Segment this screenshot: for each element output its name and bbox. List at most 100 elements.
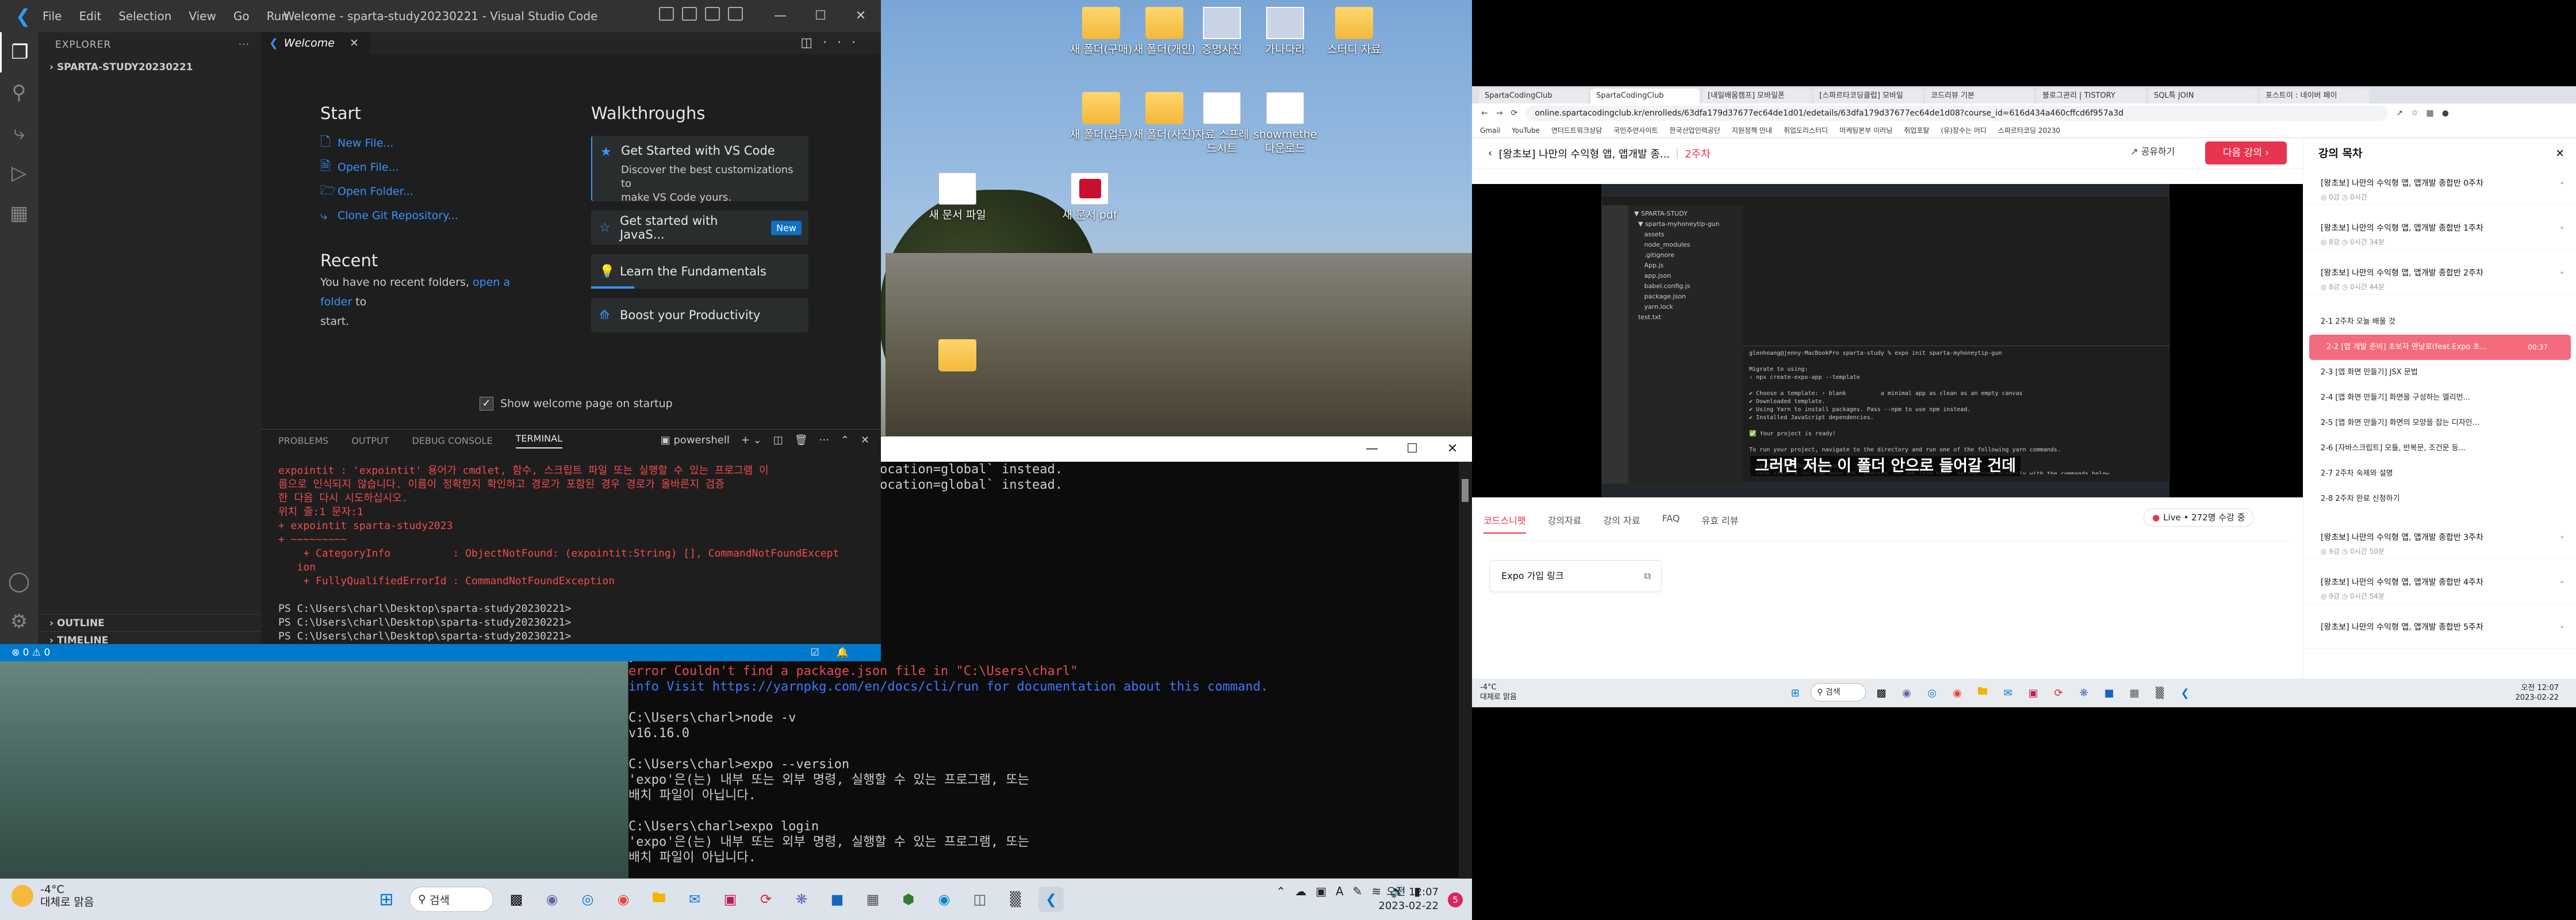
bookmark-item[interactable]: 스파르타코딩 20230 <box>1998 125 2060 135</box>
teams-icon[interactable]: ◉ <box>1897 683 1916 703</box>
desktop-icon[interactable]: 새 폴더(업무) <box>1070 92 1133 141</box>
windows-start-icon[interactable]: ⊞ <box>1785 683 1805 703</box>
calculator-icon[interactable]: ▦ <box>860 887 885 912</box>
bookmark-item[interactable]: Gmail <box>1480 126 1500 135</box>
lecture-tab[interactable]: 코드스니펫 <box>1483 513 1526 534</box>
toc-week[interactable]: [왕초보] 나만의 수익형 앱, 앱개발 종합반 0주차 ◎ 0강 ◷ 0시간 ˅ <box>2303 169 2576 205</box>
browser-tab[interactable]: 코드리뷰 기본 <box>1925 89 2034 103</box>
task-view-icon[interactable]: ▩ <box>1872 683 1891 703</box>
menu-item[interactable]: Edit <box>79 9 101 23</box>
extensions-icon[interactable]: ▦ <box>0 193 38 233</box>
cmd-icon[interactable]: ▒ <box>1003 887 1028 912</box>
lecture-tab[interactable]: 유효 리뷰 <box>1701 513 1738 534</box>
forward-icon[interactable]: → <box>1496 109 1503 118</box>
app-store-icon[interactable]: ◫ <box>967 887 992 912</box>
maximize-icon[interactable]: ☐ <box>1392 436 1432 462</box>
new-terminal-icon[interactable]: + ⌄ <box>741 434 762 446</box>
app-purple-icon[interactable]: ❋ <box>789 887 814 912</box>
tray-overflow-icon[interactable]: ⌃ <box>1276 884 1286 898</box>
bookmark-item[interactable]: (유)장수는 어디 <box>1941 125 1986 135</box>
open-folder-link[interactable]: 🗁 Open Folder... <box>320 179 458 204</box>
chevron-down-icon[interactable]: ˄ <box>2560 271 2564 281</box>
desktop-icon[interactable]: 새 문서 파일 <box>926 172 989 222</box>
toc-item[interactable]: 2-4 [앱 화면 만들기] 화면을 구성하는 엘리먼... <box>2303 385 2576 411</box>
close-icon[interactable]: ✕ <box>1432 436 1473 462</box>
input-method-icon[interactable]: A <box>1336 884 1344 898</box>
menu-item[interactable]: File <box>43 9 62 23</box>
extensions-icon[interactable]: ▦ <box>2426 109 2434 118</box>
toggle-sidebar-icon[interactable] <box>659 7 674 21</box>
lecture-tab[interactable]: 강의 자료 <box>1604 513 1640 534</box>
app-red-icon[interactable]: ⟳ <box>753 887 779 912</box>
bookmark-item[interactable]: 마케팅본부 이러닝 <box>1839 125 1892 135</box>
copy-icon[interactable]: ⧉ <box>1644 561 1651 592</box>
customize-layout-icon[interactable] <box>728 7 743 21</box>
cmd-scrollbar[interactable] <box>1459 462 1473 879</box>
close-panel-icon[interactable]: ✕ <box>861 434 869 446</box>
bookmark-item[interactable]: 연더드트워크상담 <box>1551 125 1602 135</box>
accounts-icon[interactable]: ◯ <box>0 561 38 601</box>
video-frame[interactable]: ▼ SPARTA-STUDY ▼ sparta-myhoneytip-gun a… <box>1601 184 2170 497</box>
toc-week[interactable]: [왕초보] 나만의 수익형 앱, 앱개발 종합반 4주차 ◎ 9강 ◷ 0시간 5… <box>2303 568 2576 604</box>
back-chevron-icon[interactable]: ‹ <box>1488 147 1492 159</box>
accounts-status-icon[interactable]: ☑ <box>811 647 837 658</box>
split-editor-icon[interactable]: ◫ <box>800 36 823 50</box>
menu-item[interactable]: Selection <box>118 9 171 23</box>
new-file-link[interactable]: 🗋 New File... <box>320 131 458 155</box>
toc-week[interactable]: [왕초보] 나만의 수익형 앱, 앱개발 종합반 5주차 ˅ <box>2303 613 2576 649</box>
more-actions-icon[interactable]: ··· <box>239 32 250 57</box>
bookmark-item[interactable]: 한국산업인력공단 <box>1669 125 1720 135</box>
panel-tab[interactable]: OUTPUT <box>351 435 389 446</box>
scrollbar-thumb[interactable] <box>1462 479 1469 502</box>
desktop-icon[interactable]: 스터디 자료 <box>1322 7 1386 56</box>
pen-icon[interactable]: ✎ <box>1353 884 1363 898</box>
file-explorer-icon[interactable]: 🖿 <box>1973 683 1992 703</box>
search-icon[interactable]: ⚲ <box>0 72 38 113</box>
app-globe-icon[interactable]: ◉ <box>931 887 957 912</box>
walkthrough-js[interactable]: ☆ Get started with JavaS... New <box>591 210 808 245</box>
calculator-icon[interactable]: ▦ <box>2125 683 2144 703</box>
bookmark-item[interactable]: 국민주련사이트 <box>1613 125 1658 135</box>
manage-gear-icon[interactable]: ⚙ <box>0 601 38 642</box>
bookmark-item[interactable]: 취업포탈 <box>1904 125 1929 135</box>
desktop-icon[interactable]: showmethe 다운로드 <box>1254 92 1317 155</box>
open-file-link[interactable]: 🗎 Open File... <box>320 155 458 179</box>
maximize-panel-icon[interactable]: ⌃ <box>841 434 849 446</box>
browser-tab[interactable]: [내일배움캠프] 모바일폰 <box>1702 89 1811 103</box>
lecture-tab[interactable]: FAQ <box>1662 513 1680 534</box>
bookmark-item[interactable]: 지원정책 안내 <box>1732 125 1772 135</box>
toc-item[interactable]: 2-2 [앱 개발 준비] 초보자 맨날로(feat.Expo 초... 00:3… <box>2309 335 2571 360</box>
chevron-down-icon[interactable]: ˅ <box>2560 182 2564 191</box>
toggle-panel-icon[interactable] <box>682 7 697 21</box>
explorer-icon[interactable]: ❐ <box>0 32 38 72</box>
browser-tab[interactable]: SpartaCodingClub <box>1479 89 1588 103</box>
source-control-icon[interactable]: ⤷ <box>0 113 38 153</box>
toc-week[interactable]: [왕초보] 나만의 수익형 앱, 앱개발 종합반 3주차 ◎ 9강 ◷ 0시간 5… <box>2303 523 2576 559</box>
desktop-icon[interactable]: 새 폴더(개인) <box>1133 7 1196 56</box>
browser-tab[interactable]: 블로그관리 | TISTORY <box>2037 89 2146 103</box>
share-icon[interactable]: ↗ <box>2396 109 2403 118</box>
menu-item[interactable]: View <box>189 9 216 23</box>
taskbar-clock[interactable]: 오전 12:07 2023-02-22 <box>2515 683 2559 703</box>
clone-git-link[interactable]: ⤷ Clone Git Repository... <box>320 204 458 228</box>
trash-icon[interactable]: 🗑 <box>795 434 808 446</box>
close-icon[interactable]: ✕ <box>841 0 881 32</box>
security-icon[interactable]: ▣ <box>1316 884 1327 898</box>
bookmark-item[interactable]: 취업도리스터디 <box>1784 125 1828 135</box>
walkthrough-get-started[interactable]: ★ Get Started with VS Code Discover the … <box>591 136 808 204</box>
chevron-down-icon[interactable]: ˅ <box>2560 626 2564 635</box>
chevron-down-icon[interactable]: ˅ <box>2560 581 2564 590</box>
desktop-icon[interactable] <box>926 339 989 375</box>
expo-signup-link[interactable]: Expo 가입 링크 ⧉ <box>1489 560 1662 592</box>
toc-week[interactable]: [왕초보] 나만의 수익형 앱, 앱개발 종합반 2주차 ◎ 8강 ◷ 0시간 4… <box>2303 259 2576 294</box>
profile-icon[interactable]: ● <box>2442 109 2449 118</box>
app-purple-icon[interactable]: ❋ <box>2074 683 2094 703</box>
bookmark-star-icon[interactable]: ☆ <box>2411 109 2418 118</box>
desktop-icon[interactable]: 새 폴더(사진) <box>1133 92 1196 141</box>
desktop-icon[interactable]: 자료 스프레드시트 <box>1190 92 1254 155</box>
toc-item[interactable]: 2-7 2주차 숙제와 설명 <box>2303 461 2576 486</box>
more-actions-icon[interactable]: ··· <box>823 36 866 50</box>
maximize-icon[interactable]: ☐ <box>800 0 841 32</box>
vscode-taskbar-icon[interactable]: ❮ <box>2175 683 2195 703</box>
terminal-output[interactable]: expointit : 'expointit' 용어가 cmdlet, 함수, … <box>278 464 839 643</box>
